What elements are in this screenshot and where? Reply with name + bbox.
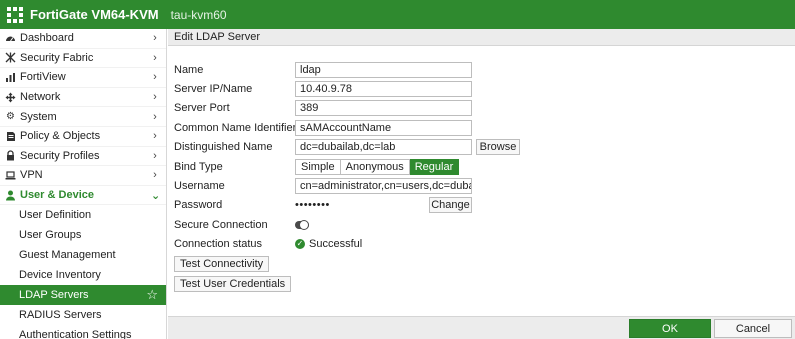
test-connectivity-row: Test Connectivity (174, 254, 614, 274)
chevron-right-icon: › (153, 51, 157, 64)
sidebar-item-label: Dashboard (20, 32, 74, 45)
dashboard-icon (5, 33, 16, 44)
connection-status-row: Connection status ✓ Successful (174, 235, 614, 254)
secure-connection-label: Secure Connection (174, 218, 268, 231)
cancel-button[interactable]: Cancel (714, 319, 792, 338)
test-connectivity-button[interactable]: Test Connectivity (174, 255, 270, 272)
test-credentials-row: Test User Credentials (174, 274, 614, 294)
chevron-right-icon: › (153, 169, 157, 182)
sidebar-item-label: Security Profiles (20, 149, 100, 162)
gear-icon: ⚙ (6, 110, 15, 122)
username-input[interactable]: cn=administrator,cn=users,dc=dubailab (295, 178, 472, 195)
sidebar-item-policy-objects[interactable]: Policy & Objects › (0, 127, 166, 147)
main-panel: Edit LDAP Server Name ldap Server IP/Nam… (168, 29, 795, 339)
laptop-icon (5, 170, 16, 181)
server-input[interactable]: 10.40.9.78 (295, 81, 472, 98)
top-header: FortiGate VM64-KVM tau-kvm60 (0, 0, 795, 29)
sidebar-item-user-device[interactable]: User & Device ⌄ (0, 186, 166, 206)
sidebar-subitem-ldap-servers[interactable]: LDAP Servers ☆ (0, 284, 166, 305)
policy-icon (5, 131, 16, 142)
browse-button[interactable]: Browse (476, 139, 520, 156)
cn-label: Common Name Identifier (174, 121, 297, 134)
port-row: Server Port 389 (174, 99, 614, 118)
bind-type-selector: Simple Anonymous Regular (295, 158, 460, 175)
dn-label: Distinguished Name (174, 141, 273, 154)
bind-type-simple[interactable]: Simple (295, 158, 341, 175)
sidebar-item-label: Policy & Objects (20, 130, 101, 143)
fortiview-icon (5, 72, 16, 83)
password-label: Password (174, 199, 223, 212)
chevron-right-icon: › (153, 71, 157, 84)
sidebar-item-security-profiles[interactable]: Security Profiles › (0, 147, 166, 167)
sidebar-item-vpn[interactable]: VPN › (0, 166, 166, 186)
sidebar-item-label: Security Fabric (20, 51, 94, 64)
ok-button[interactable]: OK (629, 319, 711, 338)
dialog-footer: OK Cancel (168, 316, 795, 339)
name-input[interactable]: ldap (295, 61, 472, 78)
secure-connection-toggle[interactable] (295, 219, 309, 230)
check-circle-icon: ✓ (295, 239, 305, 250)
sidebar-subitem-radius-servers[interactable]: RADIUS Servers (0, 305, 166, 325)
bind-type-row: Bind Type Simple Anonymous Regular (174, 157, 614, 176)
secure-connection-row: Secure Connection (174, 215, 614, 234)
server-label: Server IP/Name (174, 83, 253, 96)
change-password-button[interactable]: Change (429, 197, 472, 214)
sidebar-item-security-fabric[interactable]: Security Fabric › (0, 49, 166, 69)
server-row: Server IP/Name 10.40.9.78 (174, 79, 614, 98)
sidebar-subitem-device-inventory[interactable]: Device Inventory (0, 265, 166, 285)
hostname: tau-kvm60 (170, 7, 227, 22)
bind-type-anonymous[interactable]: Anonymous (340, 158, 410, 175)
sidebar-item-system[interactable]: ⚙ System › (0, 107, 166, 127)
sidebar-item-dashboard[interactable]: Dashboard › (0, 29, 166, 49)
fabric-icon (5, 52, 16, 63)
ldap-server-form: Name ldap Server IP/Name 10.40.9.78 Serv… (174, 60, 614, 294)
connection-status-value: Successful (309, 238, 363, 251)
lock-icon (5, 150, 16, 161)
username-label: Username (174, 180, 225, 193)
sidebar-subitem-guest-management[interactable]: Guest Management (0, 245, 166, 265)
chevron-right-icon: › (153, 91, 157, 104)
chevron-down-icon: ⌄ (151, 189, 161, 202)
fortinet-logo-icon (6, 6, 24, 24)
network-icon (5, 92, 16, 103)
sidebar-item-label: FortiView (20, 71, 66, 84)
favorite-star-icon[interactable]: ☆ (146, 288, 158, 301)
name-label: Name (174, 63, 204, 76)
sidebar-item-label: VPN (20, 169, 43, 182)
chevron-right-icon: › (153, 130, 157, 143)
connection-status: ✓ Successful (295, 238, 362, 250)
sidebar-item-fortiview[interactable]: FortiView › (0, 68, 166, 88)
sidebar-subitem-user-definition[interactable]: User Definition (0, 205, 166, 225)
port-input[interactable]: 389 (295, 100, 472, 117)
sidebar-item-label: User & Device (20, 189, 94, 202)
user-icon (5, 190, 16, 201)
chevron-right-icon: › (153, 32, 157, 45)
sidebar-item-label: Network (20, 91, 61, 104)
bind-type-label: Bind Type (174, 160, 223, 173)
password-row: Password •••••••• Change (174, 196, 614, 215)
sidebar-subitem-authentication-settings[interactable]: Authentication Settings (0, 325, 166, 339)
cn-input[interactable]: sAMAccountName (295, 119, 472, 136)
sidebar: Dashboard › Security Fabric › FortiView … (0, 29, 167, 339)
connection-status-label: Connection status (174, 238, 263, 251)
bind-type-regular[interactable]: Regular (409, 158, 460, 175)
chevron-right-icon: › (153, 149, 157, 162)
chevron-right-icon: › (153, 110, 157, 123)
password-value: •••••••• (295, 199, 330, 212)
dn-row: Distinguished Name dc=dubailab,dc=lab Br… (174, 138, 614, 157)
test-user-credentials-button[interactable]: Test User Credentials (174, 275, 292, 292)
cn-row: Common Name Identifier sAMAccountName (174, 118, 614, 137)
sidebar-item-label: System (20, 110, 57, 123)
product-name: FortiGate VM64-KVM (30, 7, 159, 22)
panel-title: Edit LDAP Server (168, 29, 795, 46)
username-row: Username cn=administrator,cn=users,dc=du… (174, 176, 614, 195)
sidebar-subitem-user-groups[interactable]: User Groups (0, 225, 166, 245)
name-row: Name ldap (174, 60, 614, 79)
sidebar-item-network[interactable]: Network › (0, 88, 166, 108)
dn-input[interactable]: dc=dubailab,dc=lab (295, 139, 472, 156)
port-label: Server Port (174, 102, 230, 115)
